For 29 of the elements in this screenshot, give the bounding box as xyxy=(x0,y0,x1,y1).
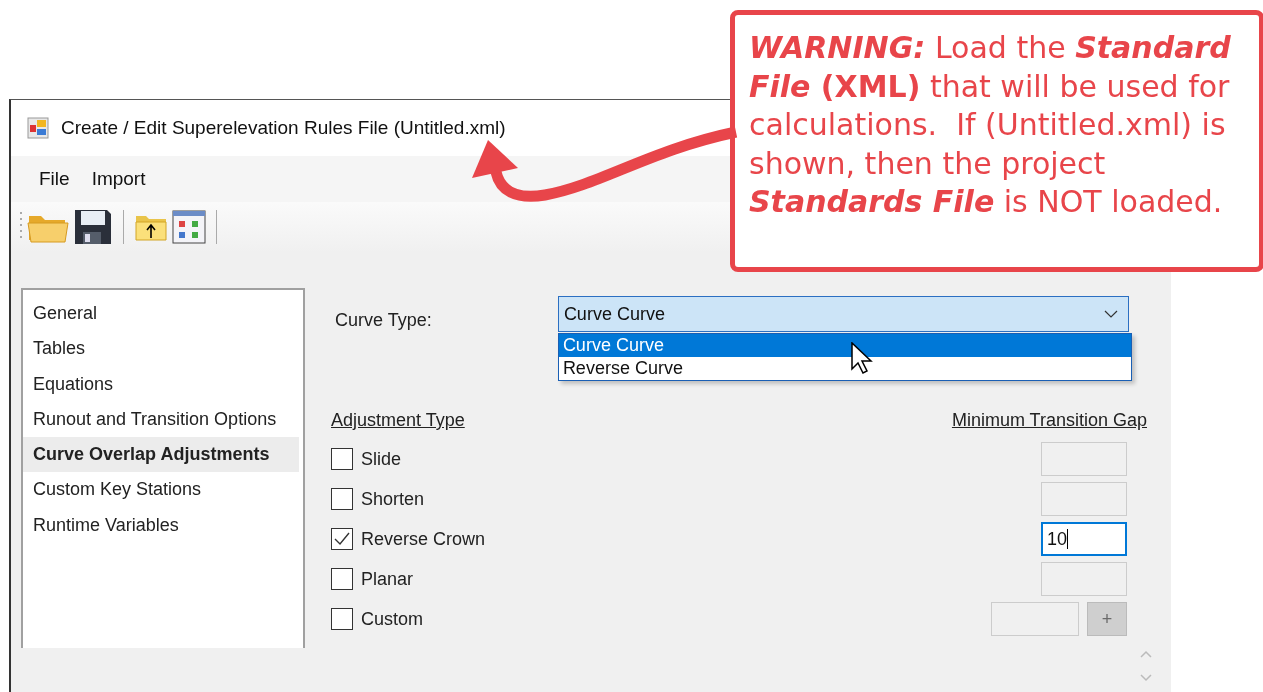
checkbox-label: Slide xyxy=(361,448,402,470)
sidebar-item[interactable]: General xyxy=(23,296,299,332)
sidebar-item[interactable]: Runtime Variables xyxy=(23,507,299,544)
mouse-cursor-icon xyxy=(850,342,873,374)
save-icon[interactable] xyxy=(73,208,113,246)
sidebar-item[interactable]: Custom Key Stations xyxy=(23,472,299,508)
checkbox-label: Reverse Crown xyxy=(361,528,486,550)
checkbox[interactable] xyxy=(331,528,353,550)
sidebar-item[interactable]: Equations xyxy=(23,366,299,402)
grid-icon[interactable] xyxy=(172,210,206,244)
input-field[interactable]: 10 xyxy=(1041,522,1127,556)
curve-type-dropdown[interactable]: Curve Curve xyxy=(557,296,1129,332)
column-header: Minimum Transition Gap xyxy=(950,410,1147,431)
menu-item[interactable]: File xyxy=(39,168,70,190)
column-header: Adjustment Type xyxy=(330,410,465,431)
dropdown-option[interactable]: Reverse Curve xyxy=(558,357,1131,380)
sidebar-item[interactable]: Tables xyxy=(23,331,299,367)
sidebar-item[interactable]: Runout and Transition Options xyxy=(23,401,299,438)
warning-text: WARNING: Load the Standard File (XML) that will be used for calculations. If (Untitled.xml) is shown, then the project Standards File is NOT loaded. xyxy=(749,29,1232,221)
sidebar-item[interactable]: Curve Overlap Adjustments xyxy=(23,437,299,473)
curve-type-label: Curve Type: xyxy=(334,310,433,331)
app-icon xyxy=(27,117,49,139)
menu-item[interactable]: Import xyxy=(91,168,146,190)
window-title: Create / Edit Superelevation Rules File (Untitled.xml) xyxy=(61,117,506,139)
dropdown-option[interactable]: Curve Curve xyxy=(558,334,1131,357)
checkbox-label: Planar xyxy=(361,568,414,590)
checkbox-label: Custom xyxy=(361,608,423,630)
chevron-down-icon xyxy=(1104,310,1118,318)
checkbox-label: Shorten xyxy=(361,488,425,510)
